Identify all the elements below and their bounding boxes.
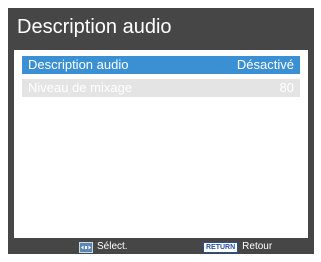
menu-item-label: Niveau de mixage [28, 80, 133, 95]
select-hint: Sélect. [79, 240, 128, 254]
audio-description-menu: Description audio Description audio Désa… [8, 8, 314, 254]
return-hint: RETURN Retour [203, 240, 272, 254]
menu-content-panel: Description audio Désactivé Niveau de mi… [14, 50, 308, 238]
dpad-icon [79, 241, 93, 253]
button-hints-bar: Sélect. RETURN Retour [8, 240, 314, 254]
menu-item-mix-level: Niveau de mixage 80 [22, 79, 300, 97]
return-hint-label: Retour [242, 241, 273, 252]
menu-item-value: 80 [279, 80, 294, 95]
menu-item-label: Description audio [28, 57, 129, 72]
select-hint-label: Sélect. [97, 241, 128, 252]
return-button-icon: RETURN [203, 241, 239, 253]
menu-title: Description audio [17, 16, 172, 38]
menu-item-audio-description[interactable]: Description audio Désactivé [22, 56, 300, 74]
menu-item-value: Désactivé [236, 57, 294, 72]
